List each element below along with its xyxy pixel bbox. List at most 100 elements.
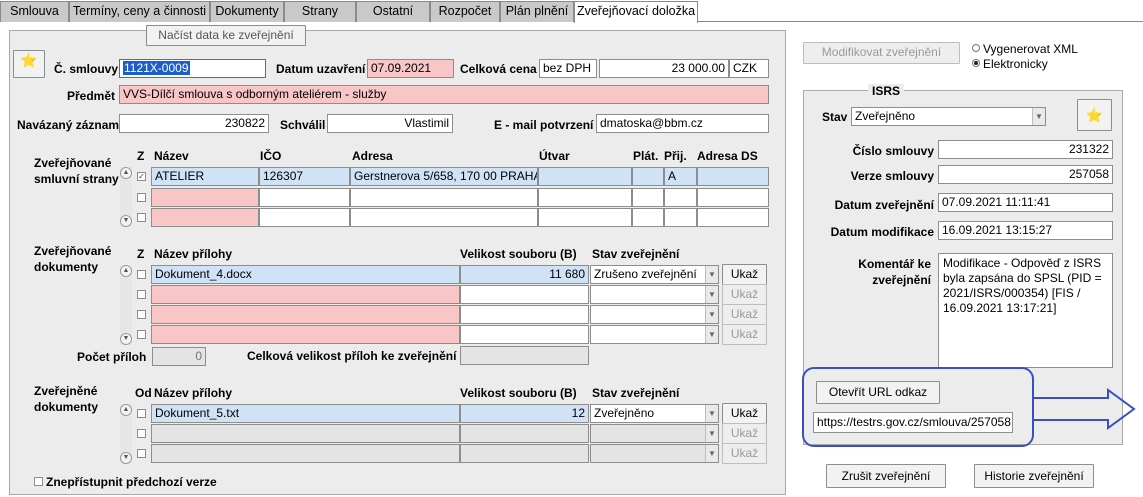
party-unit-field[interactable]: [538, 167, 632, 186]
cancel-publication-button[interactable]: Zrušit zveřejnění: [826, 464, 946, 488]
party-unit-field[interactable]: [538, 208, 632, 227]
published-size-field[interactable]: [460, 444, 589, 463]
party-name-field[interactable]: [151, 188, 259, 207]
document-size-field[interactable]: [460, 325, 589, 344]
document-state-select[interactable]: ▼: [590, 285, 719, 304]
party-ds-field[interactable]: [697, 167, 769, 186]
show-published-button[interactable]: Ukaž: [722, 403, 767, 424]
party-name-field[interactable]: [151, 208, 259, 227]
linked-record-field[interactable]: 230822: [119, 114, 269, 133]
published-size-field[interactable]: 12: [460, 404, 589, 423]
prev-version-checkbox[interactable]: [34, 477, 43, 486]
document-size-field[interactable]: [460, 285, 589, 304]
tab-zverejnovaci-dolozka[interactable]: Zveřejňovací doložka: [574, 1, 698, 23]
radio-generate-xml[interactable]: [972, 44, 980, 52]
party-ico-field[interactable]: [259, 208, 350, 227]
published-scrollbar[interactable]: ▲ ▼: [120, 404, 132, 464]
show-document-button[interactable]: Ukaž: [722, 284, 767, 305]
state-select[interactable]: Zveřejněno ▼: [851, 107, 1046, 126]
contract-number-field[interactable]: 231322: [938, 140, 1113, 159]
comment-field[interactable]: Modifikace - Odpověď z ISRS byla zapsána…: [938, 253, 1113, 368]
tab-rozpocet[interactable]: Rozpočet: [430, 1, 500, 22]
contract-version-field[interactable]: 257058: [938, 165, 1113, 184]
published-name-field[interactable]: Dokument_5.txt: [151, 404, 460, 423]
document-checkbox[interactable]: [137, 270, 146, 279]
scroll-up-icon[interactable]: ▲: [120, 167, 132, 179]
scroll-down-icon[interactable]: ▼: [120, 215, 132, 227]
show-published-button[interactable]: Ukaž: [722, 443, 767, 464]
party-checkbox[interactable]: [137, 213, 146, 222]
load-data-button[interactable]: Načíst data ke zveřejnění: [146, 25, 306, 46]
published-checkbox[interactable]: [137, 409, 146, 418]
publication-history-button[interactable]: Historie zveřejnění: [974, 464, 1094, 488]
party-plat-field[interactable]: [632, 167, 664, 186]
published-name-field[interactable]: [151, 444, 460, 463]
party-ds-field[interactable]: [697, 208, 769, 227]
party-plat-field[interactable]: [632, 208, 664, 227]
show-document-button[interactable]: Ukaž: [722, 324, 767, 345]
party-checkbox[interactable]: [137, 193, 146, 202]
document-name-field[interactable]: [151, 305, 460, 324]
published-name-field[interactable]: [151, 424, 460, 443]
party-plat-field[interactable]: [632, 188, 664, 207]
approved-field[interactable]: Vlastimil: [327, 114, 453, 133]
party-checkbox[interactable]: ✓: [137, 172, 146, 181]
scroll-down-icon[interactable]: ▼: [120, 452, 132, 464]
scroll-down-icon[interactable]: ▼: [120, 333, 132, 345]
document-size-field[interactable]: 11 680: [460, 265, 589, 284]
document-name-field[interactable]: Dokument_4.docx: [151, 265, 460, 284]
document-state-select[interactable]: ▼: [590, 325, 719, 344]
published-state-select[interactable]: Zveřejněno ▼: [590, 404, 719, 423]
document-name-field[interactable]: [151, 325, 460, 344]
price-field[interactable]: 23 000.00: [599, 59, 729, 78]
published-checkbox[interactable]: [137, 429, 146, 438]
party-ico-field[interactable]: [259, 188, 350, 207]
show-document-button[interactable]: Ukaž: [722, 304, 767, 325]
key-button[interactable]: ⭐: [13, 50, 45, 78]
documents-scrollbar[interactable]: ▲ ▼: [120, 265, 132, 345]
contract-no-field[interactable]: 1121X-0009: [119, 59, 266, 78]
published-checkbox[interactable]: [137, 449, 146, 458]
document-state-select[interactable]: ▼: [590, 305, 719, 324]
email-field[interactable]: dmatoska@bbm.cz: [596, 114, 769, 133]
show-published-button[interactable]: Ukaž: [722, 423, 767, 444]
document-state-select[interactable]: Zrušeno zveřejnění ▼: [590, 265, 719, 284]
party-name-field[interactable]: ATELIER: [151, 167, 259, 186]
party-prij-field[interactable]: A: [664, 167, 697, 186]
modified-date-field[interactable]: 16.09.2021 13:15:27: [938, 221, 1113, 240]
concluded-field[interactable]: 07.09.2021: [367, 59, 454, 78]
tab-dokumenty[interactable]: Dokumenty: [210, 1, 284, 22]
document-size-field[interactable]: [460, 305, 589, 324]
document-checkbox[interactable]: [137, 290, 146, 299]
published-date-field[interactable]: 07.09.2021 11:11:41: [938, 193, 1113, 212]
party-ico-field[interactable]: 126307: [259, 167, 350, 186]
tab-smlouva[interactable]: Smlouva: [0, 1, 69, 22]
document-checkbox[interactable]: [137, 310, 146, 319]
party-unit-field[interactable]: [538, 188, 632, 207]
party-address-field[interactable]: [350, 188, 538, 207]
published-size-field[interactable]: [460, 424, 589, 443]
party-ds-field[interactable]: [697, 188, 769, 207]
published-state-select[interactable]: ▼: [590, 424, 719, 443]
party-prij-field[interactable]: [664, 188, 697, 207]
tab-terminy[interactable]: Termíny, ceny a činnosti: [69, 1, 210, 22]
tab-ostatni[interactable]: Ostatní: [356, 1, 430, 22]
tab-strany[interactable]: Strany: [284, 1, 356, 22]
document-checkbox[interactable]: [137, 330, 146, 339]
subject-field[interactable]: VVS-Dílčí smlouva s odborným ateliérem -…: [119, 85, 769, 104]
show-document-button[interactable]: Ukaž: [722, 264, 767, 285]
party-prij-field[interactable]: [664, 208, 697, 227]
scroll-up-icon[interactable]: ▲: [120, 265, 132, 277]
modify-publication-button[interactable]: Modifikovat zveřejnění: [803, 42, 960, 64]
parties-scrollbar[interactable]: ▲ ▼: [120, 167, 132, 227]
document-name-field[interactable]: [151, 285, 460, 304]
currency-field[interactable]: CZK: [729, 59, 769, 78]
radio-electronic[interactable]: [972, 59, 980, 67]
published-state-select[interactable]: ▼: [590, 444, 719, 463]
vat-field[interactable]: bez DPH: [539, 59, 597, 78]
party-address-field[interactable]: [350, 208, 538, 227]
tab-plan-plneni[interactable]: Plán plnění: [500, 1, 574, 22]
scroll-up-icon[interactable]: ▲: [120, 404, 132, 416]
party-address-field[interactable]: Gerstnerova 5/658, 170 00 PRAHA 7: [350, 167, 538, 186]
state-key-button[interactable]: ⭐: [1077, 99, 1112, 131]
